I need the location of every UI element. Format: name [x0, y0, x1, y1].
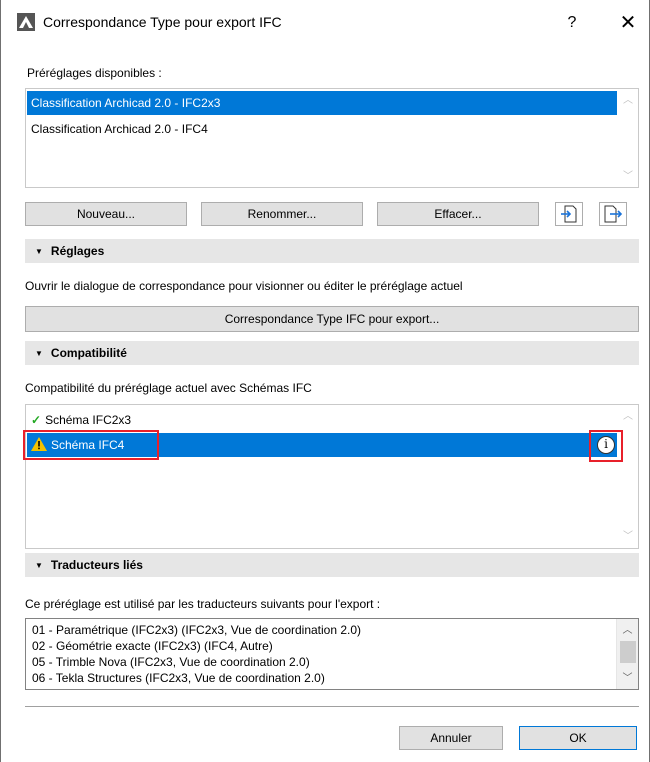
cancel-button[interactable]: Annuler — [399, 726, 503, 750]
chevron-up-icon[interactable]: ︿ — [617, 621, 638, 639]
settings-section-header[interactable]: ▼ Réglages — [25, 239, 639, 263]
type-mapping-button[interactable]: Correspondance Type IFC pour export... — [25, 306, 639, 332]
export-preset-button[interactable] — [599, 202, 627, 226]
footer-divider — [25, 706, 639, 707]
presets-list[interactable]: Classification Archicad 2.0 - IFC2x3 Cla… — [25, 88, 639, 188]
new-preset-button[interactable]: Nouveau... — [25, 202, 187, 226]
export-icon — [604, 205, 623, 223]
compat-item-ifc2x3[interactable]: ✓ Schéma IFC2x3 — [27, 408, 617, 432]
translator-item: 05 - Trimble Nova (IFC2x3, Vue de coordi… — [32, 655, 310, 669]
translators-description: Ce préréglage est utilisé par les traduc… — [25, 597, 381, 611]
scroll-up-icon[interactable]: ︿ — [622, 95, 634, 107]
scroll-thumb[interactable] — [620, 641, 636, 663]
archicad-app-icon — [17, 13, 35, 31]
translator-item: 02 - Géométrie exacte (IFC2x3) (IFC4, Au… — [32, 639, 273, 653]
translators-scrollbar[interactable]: ︿ ﹀ — [616, 619, 638, 689]
scroll-down-icon[interactable]: ﹀ — [622, 171, 634, 183]
ifc-export-dialog: Correspondance Type pour export IFC ? ✕ … — [0, 0, 650, 762]
collapse-triangle-icon: ▼ — [35, 561, 43, 570]
collapse-triangle-icon: ▼ — [35, 349, 43, 358]
rename-preset-button[interactable]: Renommer... — [201, 202, 363, 226]
preset-item[interactable]: Classification Archicad 2.0 - IFC4 — [27, 117, 617, 141]
collapse-triangle-icon: ▼ — [35, 247, 43, 256]
translator-item: 01 - Paramétrique (IFC2x3) (IFC2x3, Vue … — [32, 623, 362, 637]
title-bar: Correspondance Type pour export IFC ? ✕ — [1, 0, 649, 46]
delete-preset-button[interactable]: Effacer... — [377, 202, 539, 226]
compat-description: Compatibilité du préréglage actuel avec … — [25, 381, 312, 395]
scroll-up-icon[interactable]: ︿ — [622, 411, 634, 423]
compat-header-label: Compatibilité — [50, 346, 127, 360]
close-button[interactable]: ✕ — [613, 10, 643, 36]
translators-list[interactable]: 01 - Paramétrique (IFC2x3) (IFC2x3, Vue … — [25, 618, 639, 690]
scroll-down-icon[interactable]: ﹀ — [622, 531, 634, 543]
highlight-box-schema — [23, 430, 159, 460]
help-button[interactable]: ? — [557, 10, 587, 36]
compat-section-header[interactable]: ▼ Compatibilité — [25, 341, 639, 365]
settings-description: Ouvrir le dialogue de correspondance pou… — [25, 279, 463, 293]
highlight-box-info — [589, 430, 623, 462]
translator-item: 06 - Tekla Structures (IFC2x3, Vue de co… — [32, 671, 325, 685]
ok-button[interactable]: OK — [519, 726, 637, 750]
import-icon — [561, 205, 577, 223]
window-title: Correspondance Type pour export IFC — [43, 14, 282, 30]
chevron-down-icon[interactable]: ﹀ — [617, 669, 638, 687]
import-preset-button[interactable] — [555, 202, 583, 226]
translators-header-label: Traducteurs liés — [50, 558, 143, 572]
check-icon: ✓ — [31, 413, 42, 427]
compat-list[interactable]: ✓ Schéma IFC2x3 Schéma IFC4 ︿ ﹀ — [25, 404, 639, 549]
compat-item-label: Schéma IFC2x3 — [45, 413, 132, 427]
preset-item[interactable]: Classification Archicad 2.0 - IFC2x3 — [27, 91, 617, 115]
presets-label: Préréglages disponibles : — [27, 66, 162, 80]
settings-header-label: Réglages — [50, 244, 105, 258]
translators-section-header[interactable]: ▼ Traducteurs liés — [25, 553, 639, 577]
